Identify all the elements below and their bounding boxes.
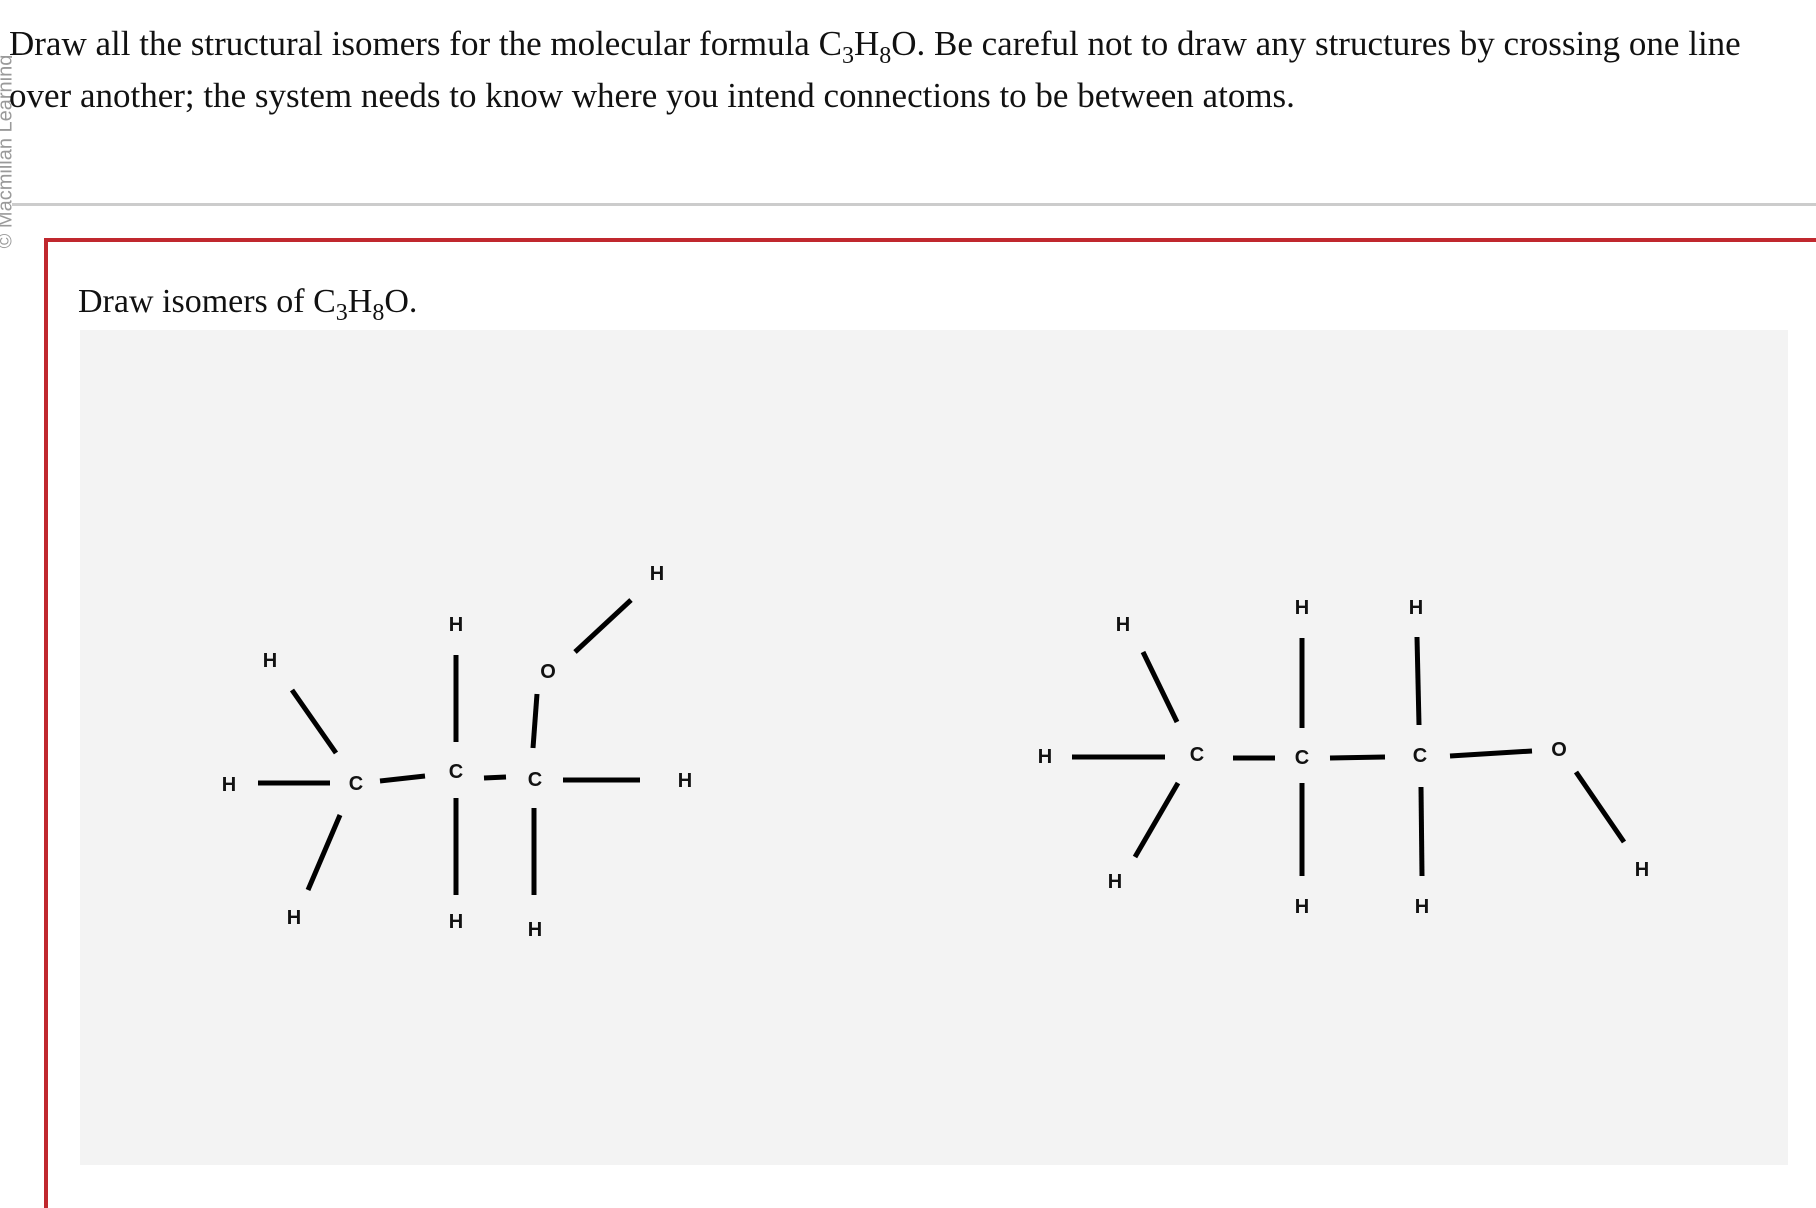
atom-h-on-o[interactable]: H bbox=[650, 563, 664, 585]
prompt-text-h: H bbox=[853, 24, 880, 63]
isomer-right[interactable]: H H C H C H H C H H O H bbox=[1038, 597, 1649, 918]
atom-c3[interactable]: C bbox=[1413, 745, 1427, 767]
bond-c3-o[interactable] bbox=[530, 693, 540, 749]
atom-h-top-left[interactable]: H bbox=[263, 650, 277, 672]
atom-h-top-c2[interactable]: H bbox=[1295, 597, 1309, 619]
atom-h-bottom-left[interactable]: H bbox=[287, 907, 301, 929]
atom-h-bottom-left[interactable]: H bbox=[1108, 871, 1122, 893]
prompt-text-start: Draw all the structural isomers for the … bbox=[9, 24, 842, 63]
atom-c2[interactable]: C bbox=[1295, 747, 1309, 769]
bond-h-c1-down[interactable] bbox=[305, 814, 343, 891]
molecule-drawing[interactable]: H H C H H C H C H H O H H H C H C H H C … bbox=[80, 330, 1788, 1165]
question-prompt: Draw all the structural isomers for the … bbox=[9, 18, 1809, 122]
prompt-subscript-carbon: 3 bbox=[841, 43, 854, 69]
bond-c3-h-up[interactable] bbox=[1414, 636, 1422, 726]
atom-o[interactable]: O bbox=[540, 661, 556, 683]
isomer-left[interactable]: H H C H H C H C H H O H bbox=[222, 563, 692, 941]
atom-h-left[interactable]: H bbox=[1038, 746, 1052, 768]
title-text-h: H bbox=[347, 283, 373, 320]
bond-c2-c3[interactable] bbox=[483, 774, 507, 781]
atom-c1[interactable]: C bbox=[349, 773, 363, 795]
prompt-subscript-hydrogen: 8 bbox=[879, 43, 892, 69]
atom-c2[interactable]: C bbox=[449, 761, 463, 783]
title-text-start: Draw isomers of C bbox=[78, 283, 336, 320]
title-subscript-carbon: 3 bbox=[335, 300, 348, 326]
bond-c1-c2[interactable] bbox=[379, 773, 426, 784]
atom-c1[interactable]: C bbox=[1190, 744, 1204, 766]
atom-h-bottom-c2[interactable]: H bbox=[449, 911, 463, 933]
atom-h-bottom-c3[interactable]: H bbox=[528, 919, 542, 941]
atom-h-top-left[interactable]: H bbox=[1116, 614, 1130, 636]
atom-h-top-c3[interactable]: H bbox=[1409, 597, 1423, 619]
bond-h-c1-up[interactable] bbox=[1140, 650, 1180, 724]
atom-h-left[interactable]: H bbox=[222, 774, 236, 796]
section-divider bbox=[12, 203, 1816, 206]
bond-o-h[interactable] bbox=[573, 598, 633, 654]
atom-h-right-c3[interactable]: H bbox=[678, 770, 692, 792]
title-text-end: O. bbox=[384, 283, 418, 320]
bond-o-h[interactable] bbox=[1573, 770, 1627, 844]
bond-c3-o[interactable] bbox=[1449, 748, 1533, 759]
bond-h-c1-up[interactable] bbox=[289, 688, 339, 755]
atom-h-bottom-c3[interactable]: H bbox=[1415, 896, 1429, 918]
bond-c3-h-down[interactable] bbox=[1418, 786, 1425, 877]
title-subscript-hydrogen: 8 bbox=[372, 300, 385, 326]
bond-c2-c3[interactable] bbox=[1329, 754, 1386, 761]
atom-h-bottom-c2[interactable]: H bbox=[1295, 896, 1309, 918]
question-title: Draw isomers of C3H8O. bbox=[78, 278, 417, 326]
atom-h-on-o[interactable]: H bbox=[1635, 859, 1649, 881]
atom-c3[interactable]: C bbox=[528, 769, 542, 791]
atom-o[interactable]: O bbox=[1551, 739, 1567, 761]
drawing-canvas[interactable]: H H C H H C H C H H O H H H C H C H H C … bbox=[80, 330, 1788, 1165]
bond-h-c1-down[interactable] bbox=[1132, 781, 1181, 859]
atom-h-top-c2[interactable]: H bbox=[449, 614, 463, 636]
